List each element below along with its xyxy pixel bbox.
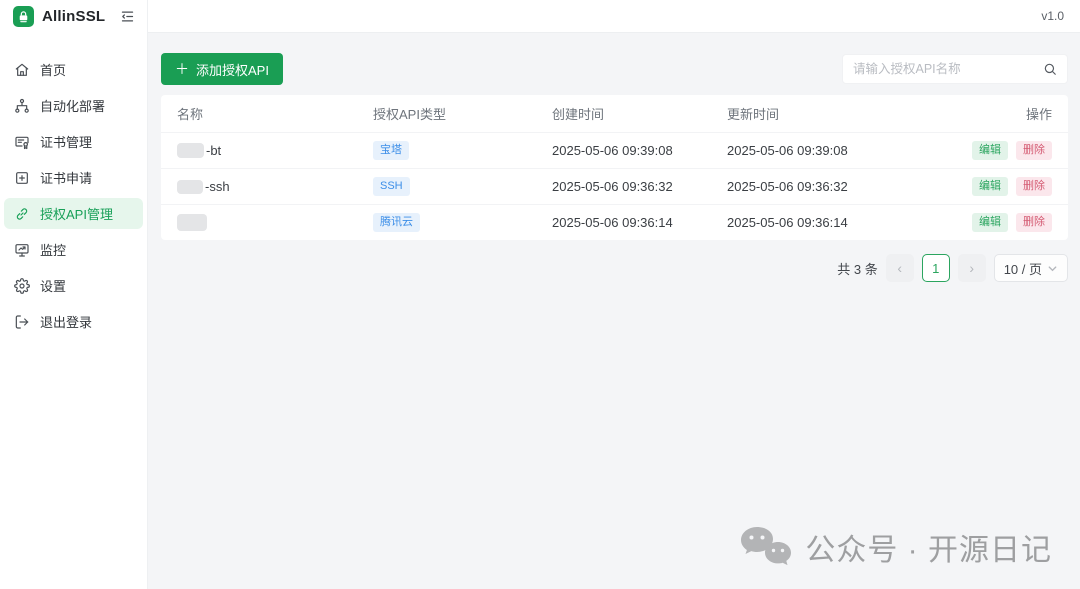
page-size-value: 10 / 页 [1004,259,1042,278]
wechat-icon [740,526,792,568]
delete-button[interactable]: 删除 [1016,213,1052,232]
created-time: 2025-05-06 09:36:14 [552,215,727,230]
api-name-cell: -bt [177,143,373,158]
app-logo [13,6,34,27]
sidebar-item-cert-apply[interactable]: 证书申请 [4,162,143,193]
app-window: AllinSSL 首页自动化部署证书管理证书申请授权API管理监控设置退出登录 … [0,0,1080,589]
column-header: 操作 [1026,104,1052,123]
sidebar-item-home[interactable]: 首页 [4,54,143,85]
search-input[interactable] [853,62,1037,76]
add-api-button-label: 添加授权API [196,60,269,79]
created-time: 2025-05-06 09:39:08 [552,143,727,158]
pagination-page-1[interactable]: 1 [922,254,950,282]
sidebar-item-label: 退出登录 [40,312,92,331]
chevron-right-icon: › [969,260,974,276]
pagination-total: 共 3 条 [837,259,877,278]
delete-button[interactable]: 删除 [1016,141,1052,160]
row-actions: 编辑删除 [972,213,1052,232]
gear-icon [14,278,30,294]
updated-time: 2025-05-06 09:36:32 [727,179,972,194]
sidebar-item-monitor[interactable]: 监控 [4,234,143,265]
pagination-prev-button[interactable]: ‹ [886,254,914,282]
redacted-name [177,180,203,194]
sidebar-menu: 首页自动化部署证书管理证书申请授权API管理监控设置退出登录 [0,46,147,345]
table-row: -bt 宝塔 2025-05-06 09:39:082025-05-06 09:39… [161,132,1068,168]
table-body: -bt 宝塔 2025-05-06 09:39:082025-05-06 09:39… [161,132,1068,240]
updated-time: 2025-05-06 09:39:08 [727,143,972,158]
add-api-button[interactable]: ＋ 添加授权API [161,53,283,85]
created-time: 2025-05-06 09:36:32 [552,179,727,194]
table-header-row: 名称授权API类型创建时间更新时间操作 [161,95,1068,132]
table-row: -ssh SSH 2025-05-06 09:36:322025-05-06 09:… [161,168,1068,204]
table-row: 腾讯云 2025-05-06 09:36:142025-05-06 09:36:1… [161,204,1068,240]
plus-icon: ＋ [175,62,189,76]
menu-fold-icon[interactable] [120,9,135,24]
pagination-next-button[interactable]: › [958,254,986,282]
monitor-icon [14,242,30,258]
sidebar-item-label: 证书管理 [40,132,92,151]
redacted-name [177,143,204,158]
api-name-cell [177,214,373,231]
search-box [842,54,1068,84]
topbar: v1.0 [148,0,1080,33]
column-header: 更新时间 [727,104,1026,123]
api-name-suffix: -bt [206,143,221,158]
edit-button[interactable]: 编辑 [972,213,1008,232]
sidebar-item-label: 授权API管理 [40,204,113,223]
chevron-down-icon [1047,263,1058,274]
edit-button[interactable]: 编辑 [972,141,1008,160]
sidebar-item-logout[interactable]: 退出登录 [4,306,143,337]
column-header: 创建时间 [552,104,727,123]
sidebar-item-api-manage[interactable]: 授权API管理 [4,198,143,229]
chevron-left-icon: ‹ [897,260,902,276]
add-square-icon [14,170,30,186]
updated-time: 2025-05-06 09:36:14 [727,215,972,230]
api-type-badge: SSH [373,177,410,196]
watermark-text: 公众号 · 开源日记 [805,525,1052,569]
sidebar-item-label: 首页 [40,60,66,79]
sidebar-item-settings[interactable]: 设置 [4,270,143,301]
sidebar-item-label: 自动化部署 [40,96,105,115]
page-size-select[interactable]: 10 / 页 [994,254,1068,282]
row-actions: 编辑删除 [972,141,1052,160]
logout-icon [14,314,30,330]
sidebar-header: AllinSSL [0,0,147,33]
sidebar: AllinSSL 首页自动化部署证书管理证书申请授权API管理监控设置退出登录 [0,0,148,589]
api-name-suffix: -ssh [205,179,230,194]
row-actions: 编辑删除 [972,177,1052,196]
version-label: v1.0 [1041,9,1064,23]
api-type-badge: 腾讯云 [373,213,420,232]
app-title: AllinSSL [42,8,105,25]
sidebar-item-cert-manage[interactable]: 证书管理 [4,126,143,157]
api-table: 名称授权API类型创建时间更新时间操作 -bt 宝塔 2025-05-06 09:3… [161,95,1068,240]
link-icon [14,206,30,222]
column-header: 名称 [177,104,373,123]
delete-button[interactable]: 删除 [1016,177,1052,196]
content: ＋ 添加授权API 名称授权API类型创建时间更新时间操作 -bt 宝塔 2025-… [148,33,1080,589]
redacted-name [177,214,207,231]
search-icon[interactable] [1043,62,1057,76]
api-type-badge: 宝塔 [373,141,409,160]
sidebar-item-label: 监控 [40,240,66,259]
deploy-icon [14,98,30,114]
home-icon [14,62,30,78]
sidebar-item-label: 设置 [40,276,66,295]
sidebar-item-label: 证书申请 [40,168,92,187]
column-header: 授权API类型 [373,104,552,123]
sidebar-item-auto-deploy[interactable]: 自动化部署 [4,90,143,121]
pagination: 共 3 条 ‹ 1 › 10 / 页 [161,254,1068,282]
lock-icon [17,10,30,23]
certificate-icon [14,134,30,150]
main-area: v1.0 ＋ 添加授权API 名称授权API类型创建时间更新时间操作 -bt 宝塔… [148,0,1080,589]
toolbar: ＋ 添加授权API [161,53,1068,85]
watermark: 公众号 · 开源日记 [740,525,1052,569]
api-name-cell: -ssh [177,179,373,194]
edit-button[interactable]: 编辑 [972,177,1008,196]
